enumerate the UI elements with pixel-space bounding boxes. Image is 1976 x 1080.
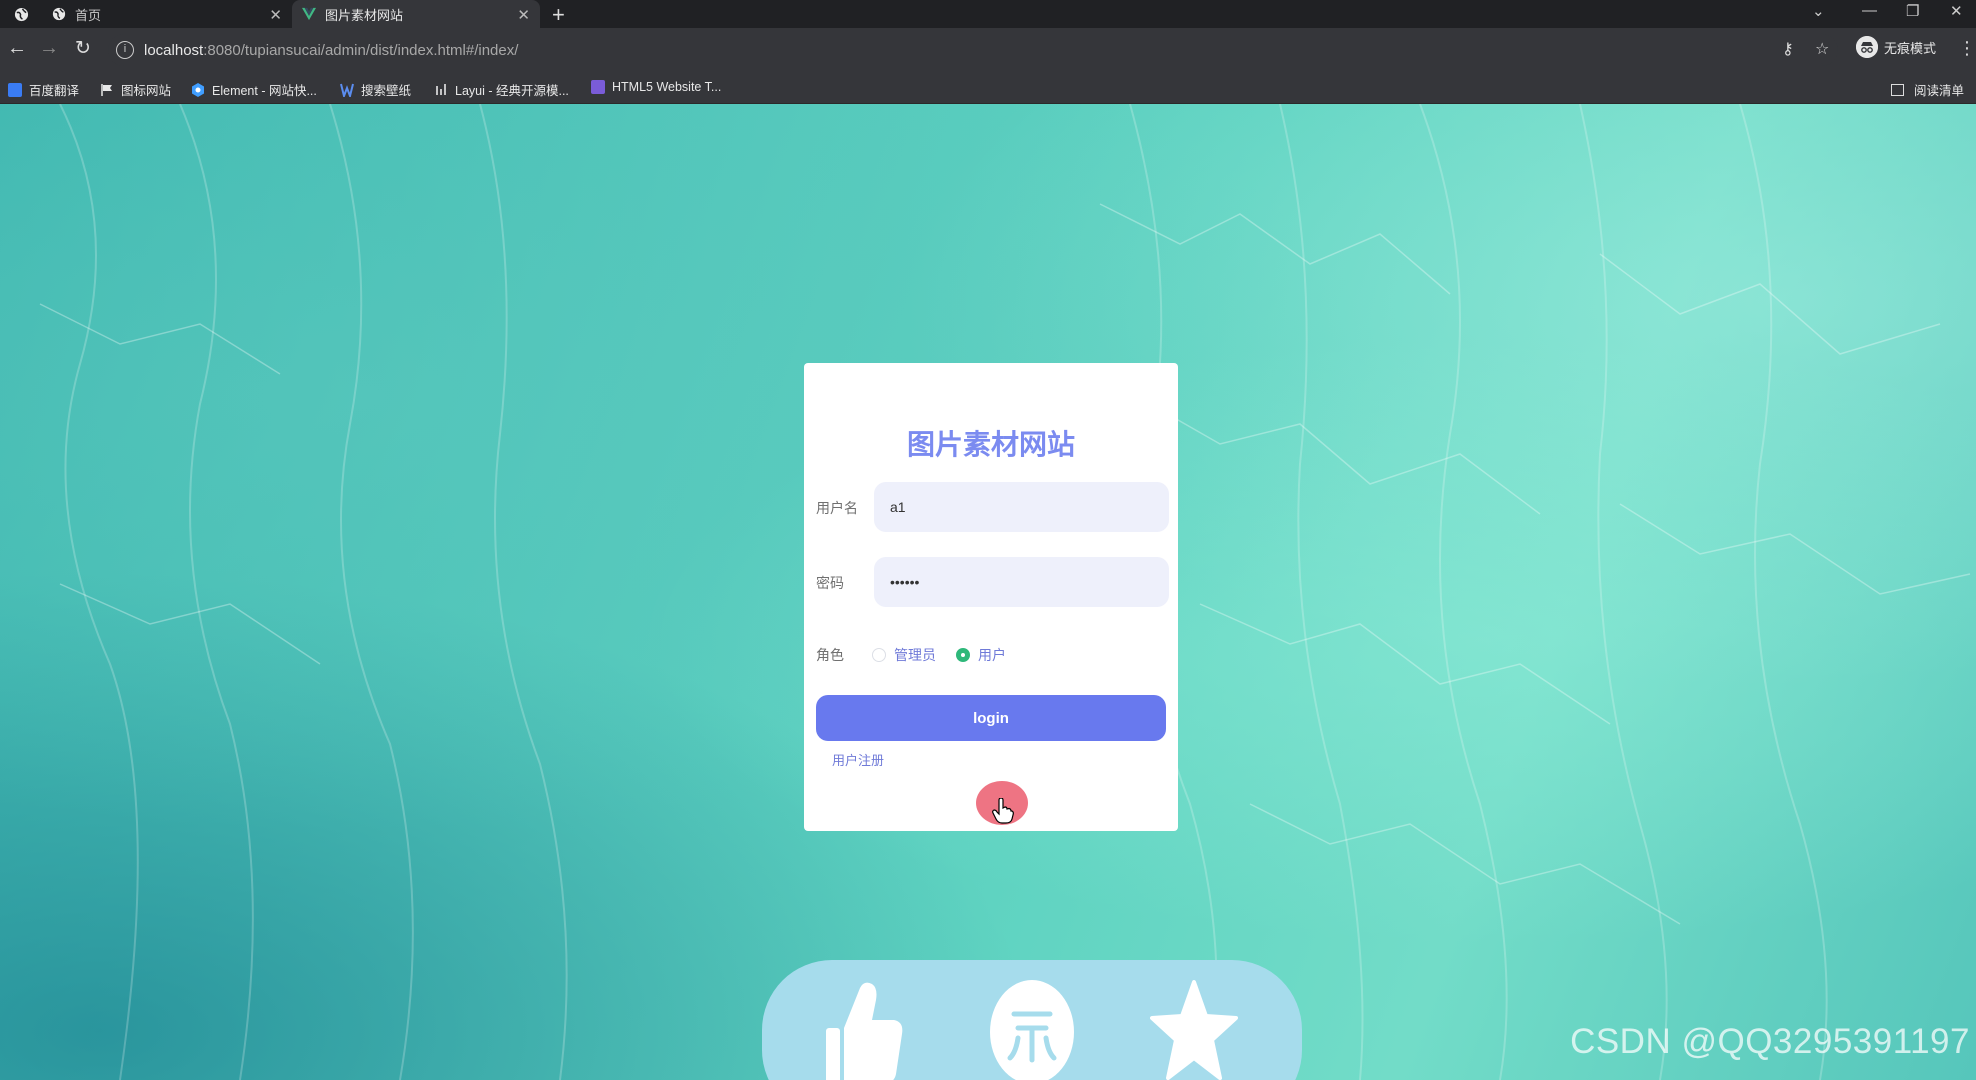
more-menu-icon[interactable]: ⋮ [1958, 38, 1976, 59]
role-radio-user[interactable]: 用户 [956, 645, 1006, 665]
thumbs-up-icon[interactable] [824, 978, 906, 1080]
url-field[interactable]: i localhost:8080/tupiansucai/admin/dist/… [108, 34, 1838, 66]
new-tab-button[interactable]: + [552, 2, 565, 28]
hand-cursor-icon [992, 797, 1014, 829]
back-button[interactable]: ← [4, 37, 30, 60]
coin-icon[interactable] [988, 978, 1076, 1080]
baidu-translate-icon [8, 82, 22, 97]
browser-tab-bar: 首页 ✕ 图片素材网站 ✕ + ⌄ — ❐ ✕ [0, 0, 1976, 28]
radio-checked-icon[interactable] [956, 648, 970, 662]
login-card: 图片素材网站 用户名 密码 角色 管理员 用户 login 用户注册 [804, 363, 1178, 831]
close-window-button[interactable]: ✕ [1950, 2, 1963, 20]
profile-label: 无痕模式 [1884, 40, 1937, 56]
globe-icon[interactable] [14, 7, 29, 27]
tab-search-chevron-icon[interactable]: ⌄ [1812, 2, 1825, 20]
bookmark-element[interactable]: Element - 网站快... [191, 80, 317, 99]
bookmark-icon-site[interactable]: 图标网站 [100, 80, 171, 99]
minimize-button[interactable]: — [1862, 2, 1877, 19]
incognito-icon [1856, 36, 1878, 58]
role-label: 角色 [816, 647, 844, 663]
role-admin-label: 管理员 [894, 647, 936, 663]
username-label: 用户名 [816, 500, 858, 516]
star-icon[interactable] [1150, 978, 1238, 1080]
layui-icon [434, 83, 448, 97]
incognito-indicator[interactable]: 无痕模式 [1856, 36, 1936, 58]
login-page: 图片素材网站 用户名 密码 角色 管理员 用户 login 用户注册 [0, 104, 1976, 1080]
radio-unchecked-icon[interactable] [872, 648, 886, 662]
url-text: localhost:8080/tupiansucai/admin/dist/in… [144, 41, 519, 59]
restore-button[interactable]: ❐ [1906, 2, 1919, 20]
password-input[interactable] [874, 557, 1169, 607]
tab-active[interactable]: 图片素材网站 ✕ [292, 0, 540, 28]
element-icon [191, 82, 205, 97]
register-link[interactable]: 用户注册 [832, 750, 884, 769]
username-input[interactable] [874, 482, 1169, 532]
role-radio-admin[interactable]: 管理员 [872, 645, 936, 665]
bookmarks-bar: 百度翻译 图标网站 Element - 网站快... 搜索壁纸 Layui - … [0, 72, 1976, 104]
reload-button[interactable]: ↻ [70, 37, 96, 60]
bookmark-wallpaper[interactable]: 搜索壁纸 [340, 80, 411, 99]
bookmark-baidu-translate[interactable]: 百度翻译 [8, 80, 79, 99]
info-icon[interactable]: i [116, 41, 134, 59]
globe-icon [52, 7, 66, 21]
address-bar-row: ← → ↻ i localhost:8080/tupiansucai/admin… [0, 28, 1976, 72]
role-user-label: 用户 [978, 647, 1006, 663]
login-title: 图片素材网站 [906, 429, 1075, 460]
close-icon[interactable]: ✕ [517, 6, 530, 24]
action-bar [762, 960, 1302, 1080]
vue-logo-icon [302, 7, 316, 21]
tab-title: 首页 [75, 7, 102, 23]
tab-home[interactable]: 首页 ✕ [42, 0, 292, 28]
wallpaper-icon [340, 83, 354, 99]
forward-button[interactable]: → [36, 37, 62, 60]
flag-icon [100, 83, 114, 97]
reading-list-icon [1890, 83, 1904, 96]
csdn-watermark: CSDN @QQ3295391197 [1570, 1022, 1970, 1061]
bookmark-html5[interactable]: HTML5 Website T... [591, 80, 721, 94]
reading-list-button[interactable]: 阅读清单 [1890, 80, 1964, 99]
login-button[interactable]: login [816, 695, 1166, 741]
bookmark-star-icon[interactable]: ☆ [1815, 39, 1829, 59]
bookmark-layui[interactable]: Layui - 经典开源模... [434, 80, 569, 99]
key-icon[interactable]: ⚷ [1782, 39, 1794, 59]
password-label: 密码 [816, 575, 844, 591]
close-icon[interactable]: ✕ [269, 6, 282, 24]
tab-title: 图片素材网站 [325, 7, 404, 23]
html5-icon [591, 80, 605, 94]
